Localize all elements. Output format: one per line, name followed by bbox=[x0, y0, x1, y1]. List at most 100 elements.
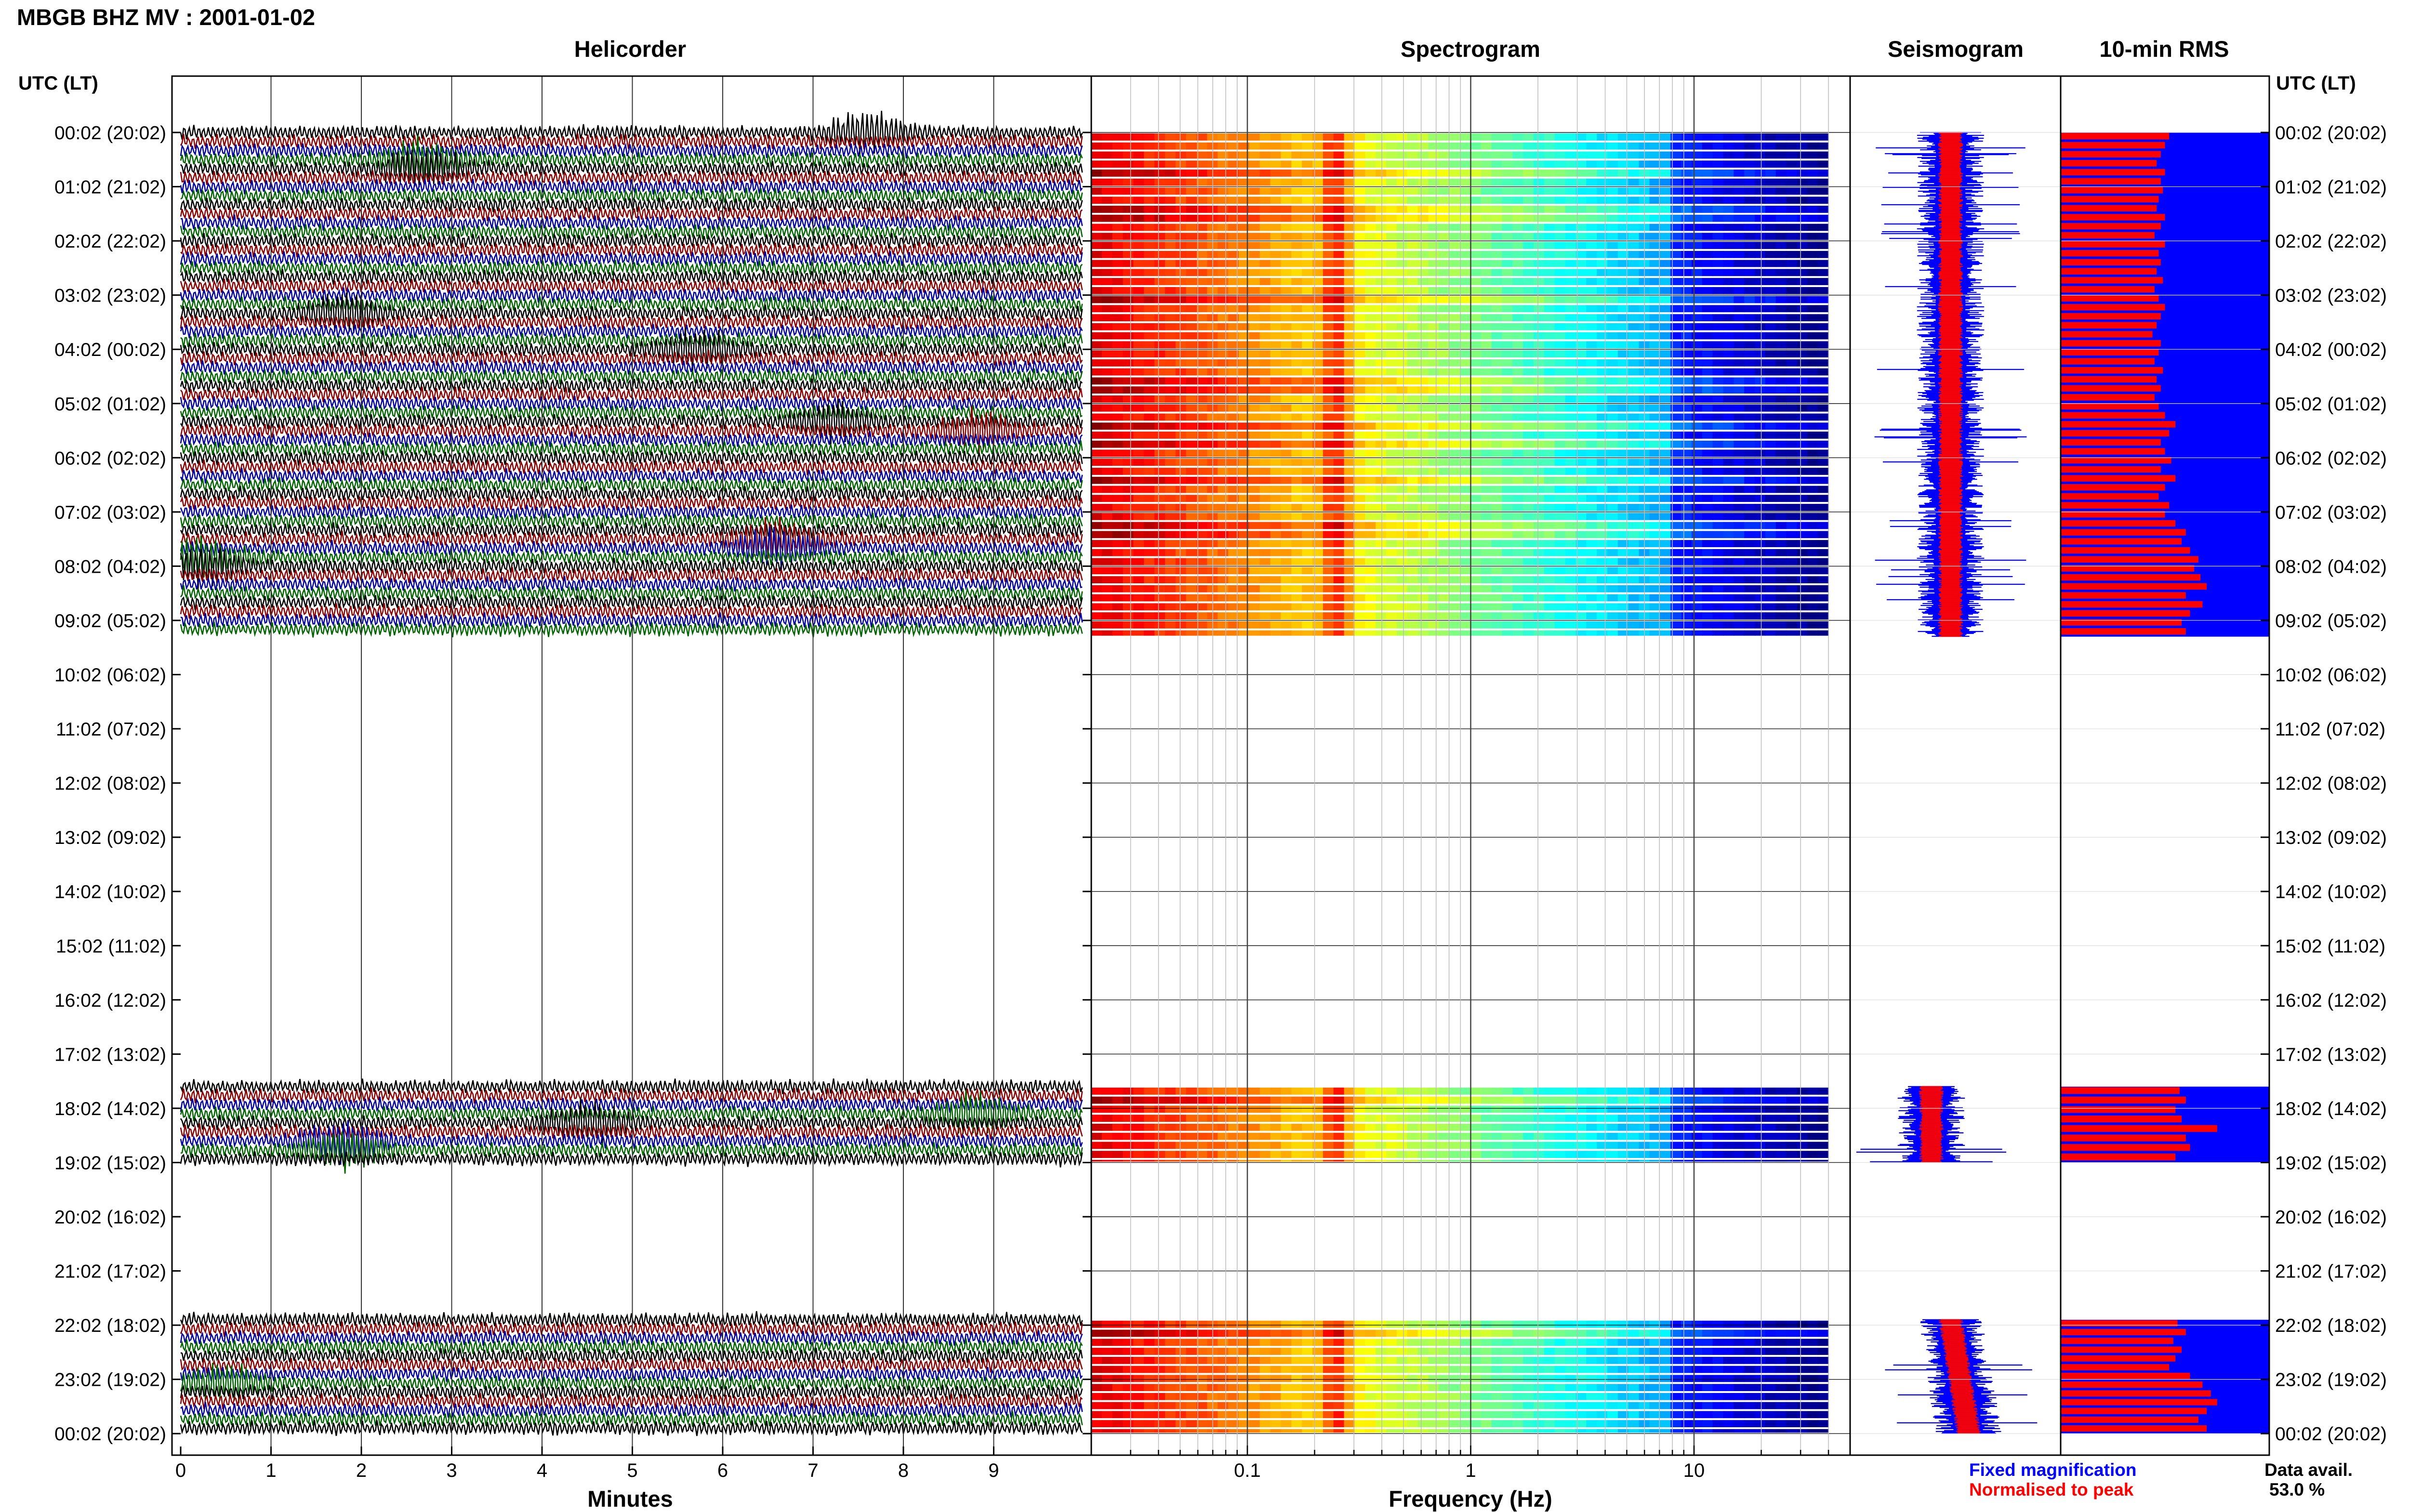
spectrogram-cell bbox=[1586, 1151, 1597, 1158]
spectrogram-cell bbox=[1323, 513, 1334, 520]
spectrogram-cell bbox=[1175, 513, 1187, 520]
spectrogram-cell bbox=[1133, 197, 1145, 204]
spectrogram-cell bbox=[1133, 621, 1145, 629]
spectrogram-cell bbox=[1091, 531, 1102, 539]
spectrogram-cell bbox=[1744, 260, 1755, 267]
spectrogram-cell bbox=[1133, 214, 1145, 222]
spectrogram-cell bbox=[1218, 214, 1229, 222]
spectrogram-cell bbox=[1691, 368, 1703, 376]
spectrogram-cell bbox=[1101, 476, 1113, 484]
spectrogram-cell bbox=[1154, 287, 1165, 294]
spectrogram-cell bbox=[1144, 341, 1155, 349]
spectrogram-cell bbox=[1165, 603, 1176, 611]
spectrogram-cell bbox=[1512, 603, 1523, 611]
spectrogram-cell bbox=[1239, 395, 1250, 403]
spectrogram-cell bbox=[1786, 495, 1798, 502]
spectrogram-cell bbox=[1775, 468, 1787, 475]
spectrogram-cell bbox=[1291, 1320, 1302, 1328]
spectrogram-cell bbox=[1323, 449, 1334, 457]
spectrogram-cell bbox=[1460, 233, 1471, 240]
spectrogram-cell bbox=[1123, 250, 1134, 258]
spectrogram-cell bbox=[1365, 468, 1376, 475]
spectrogram-cell bbox=[1660, 404, 1671, 412]
spectrogram-cell bbox=[1123, 287, 1134, 294]
spectrogram-cell bbox=[1702, 449, 1713, 457]
spectrogram-cell bbox=[1376, 368, 1387, 376]
spectrogram-cell bbox=[1807, 422, 1819, 430]
spectrogram-cell bbox=[1133, 468, 1145, 475]
spectrogram-cell bbox=[1123, 432, 1134, 439]
spectrogram-cell bbox=[1712, 476, 1724, 484]
spectrogram-cell bbox=[1765, 449, 1776, 457]
spectrogram-cell bbox=[1649, 585, 1661, 592]
spectrogram-cell bbox=[1175, 1329, 1187, 1337]
spectrogram-cell bbox=[1565, 476, 1576, 484]
spectrogram-cell bbox=[1196, 413, 1208, 421]
spectrogram-cell bbox=[1354, 170, 1366, 177]
spectrogram-cell bbox=[1281, 1339, 1292, 1346]
spectrogram-cell bbox=[1323, 1366, 1334, 1373]
spectrogram-cell bbox=[1333, 558, 1345, 565]
spectrogram-cell bbox=[1523, 278, 1534, 285]
spectrogram-cell bbox=[1723, 594, 1734, 602]
spectrogram-cell bbox=[1175, 440, 1187, 448]
spectrogram-cell bbox=[1428, 233, 1440, 240]
spectrogram-cell bbox=[1818, 170, 1829, 177]
spectrogram-cell bbox=[1470, 206, 1482, 213]
spectrogram-cell bbox=[1354, 287, 1366, 294]
spectrogram-cell bbox=[1534, 142, 1545, 150]
spectrogram-cell bbox=[1376, 197, 1387, 204]
spectrogram-cell bbox=[1249, 522, 1260, 529]
spectrogram-cell bbox=[1428, 576, 1440, 583]
spectrogram-cell bbox=[1175, 1151, 1187, 1158]
spectrogram-cell bbox=[1470, 630, 1482, 636]
spectrogram-cell bbox=[1512, 621, 1523, 629]
spectrogram-cell bbox=[1270, 224, 1282, 231]
spectrogram-cell bbox=[1365, 260, 1376, 267]
spectrogram-cell bbox=[1797, 386, 1808, 394]
spectrogram-cell bbox=[1449, 1329, 1460, 1337]
spectrogram-cell bbox=[1449, 214, 1460, 222]
spectrogram-cell bbox=[1691, 1151, 1703, 1158]
spectrogram-cell bbox=[1259, 567, 1271, 575]
spectrogram-cell bbox=[1481, 278, 1492, 285]
spectrogram-cell bbox=[1554, 594, 1566, 602]
spectrogram-cell bbox=[1133, 486, 1145, 493]
spectrogram-cell bbox=[1449, 567, 1460, 575]
spectrogram-cell bbox=[1755, 224, 1766, 231]
spectrogram-cell bbox=[1291, 1375, 1302, 1382]
spectrogram-cell bbox=[1649, 594, 1661, 602]
spectrogram-cell bbox=[1386, 468, 1397, 475]
spectrogram-cell bbox=[1302, 206, 1313, 213]
spectrogram-cell bbox=[1376, 178, 1387, 186]
spectrogram-cell bbox=[1407, 504, 1418, 511]
spectrogram-cell bbox=[1133, 332, 1145, 340]
spectrogram-cell bbox=[1523, 206, 1534, 213]
spectrogram-cell bbox=[1691, 531, 1703, 539]
spectrogram-cell bbox=[1786, 1151, 1798, 1158]
spectrogram-cell bbox=[1196, 1105, 1208, 1113]
spectrogram-cell bbox=[1797, 630, 1808, 636]
spectrogram-cell bbox=[1123, 630, 1134, 636]
spectrogram-cell bbox=[1660, 422, 1671, 430]
spectrogram-cell bbox=[1291, 224, 1302, 231]
spectrogram-cell bbox=[1702, 133, 1713, 141]
spectrogram-cell bbox=[1133, 377, 1145, 385]
spectrogram-cell bbox=[1502, 531, 1513, 539]
spectrogram-cell bbox=[1649, 178, 1661, 186]
spectrogram-cell bbox=[1470, 224, 1482, 231]
spectrogram-cell bbox=[1312, 269, 1324, 276]
spectrogram-cell bbox=[1270, 1105, 1282, 1113]
spectrogram-cell bbox=[1628, 1159, 1640, 1162]
spectrogram-cell bbox=[1534, 187, 1545, 195]
spectrogram-cell bbox=[1218, 531, 1229, 539]
spectrogram-cell bbox=[1512, 513, 1523, 520]
spectrogram-cell bbox=[1396, 233, 1408, 240]
spectrogram-cell bbox=[1534, 549, 1545, 556]
spectrogram-cell bbox=[1439, 522, 1450, 529]
spectrogram-cell bbox=[1218, 1123, 1229, 1131]
spectrogram-cell bbox=[1702, 350, 1713, 357]
spectrogram-cell bbox=[1470, 594, 1482, 602]
spectrogram-cell bbox=[1281, 341, 1292, 349]
spectrogram-cell bbox=[1270, 305, 1282, 313]
